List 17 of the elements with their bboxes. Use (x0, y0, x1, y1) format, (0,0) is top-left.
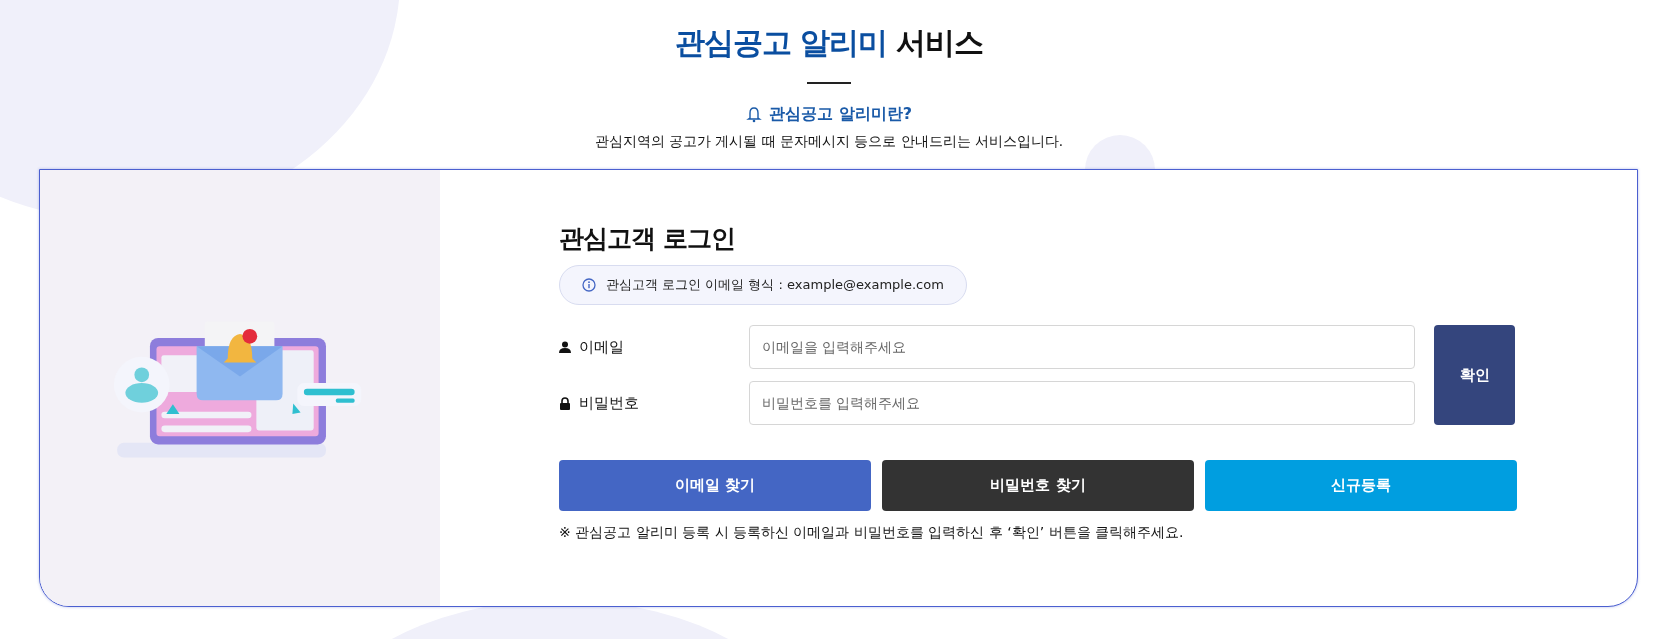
action-button[interactable]: 이메일 찾기 (559, 460, 871, 511)
action-button[interactable]: 비밀번호 찾기 (882, 460, 1194, 511)
confirm-button[interactable]: 확인 (1434, 325, 1515, 425)
user-icon (559, 340, 571, 354)
section-subtitle: 관심공고 알리미란? (769, 104, 912, 125)
page-title: 관심공고 알리미 서비스 (674, 24, 984, 62)
bell-icon (746, 106, 763, 123)
email-field[interactable]: 이메일을 입력해주세요 (749, 325, 1415, 369)
login-title: 관심고객 로그인 (559, 223, 736, 255)
password-field[interactable]: 비밀번호를 입력해주세요 (749, 381, 1415, 425)
info-text: 관심고객 로그인 이메일 형식 : example@example.com (606, 276, 944, 294)
notice-text: ※ 관심공고 알리미 등록 시 등록하신 이메일과 비밀번호를 입력하신 후 ‘확인’ 버튼을 클릭해주세요. (559, 524, 1185, 542)
info-icon (582, 278, 596, 292)
field-label: 이메일 (579, 337, 624, 357)
service-description: 관심지역의 공고가 게시될 때 문자메시지 등으로 안내드리는 서비스입니다. (594, 133, 1064, 151)
field-label: 비밀번호 (579, 393, 639, 413)
lock-icon (559, 396, 571, 410)
